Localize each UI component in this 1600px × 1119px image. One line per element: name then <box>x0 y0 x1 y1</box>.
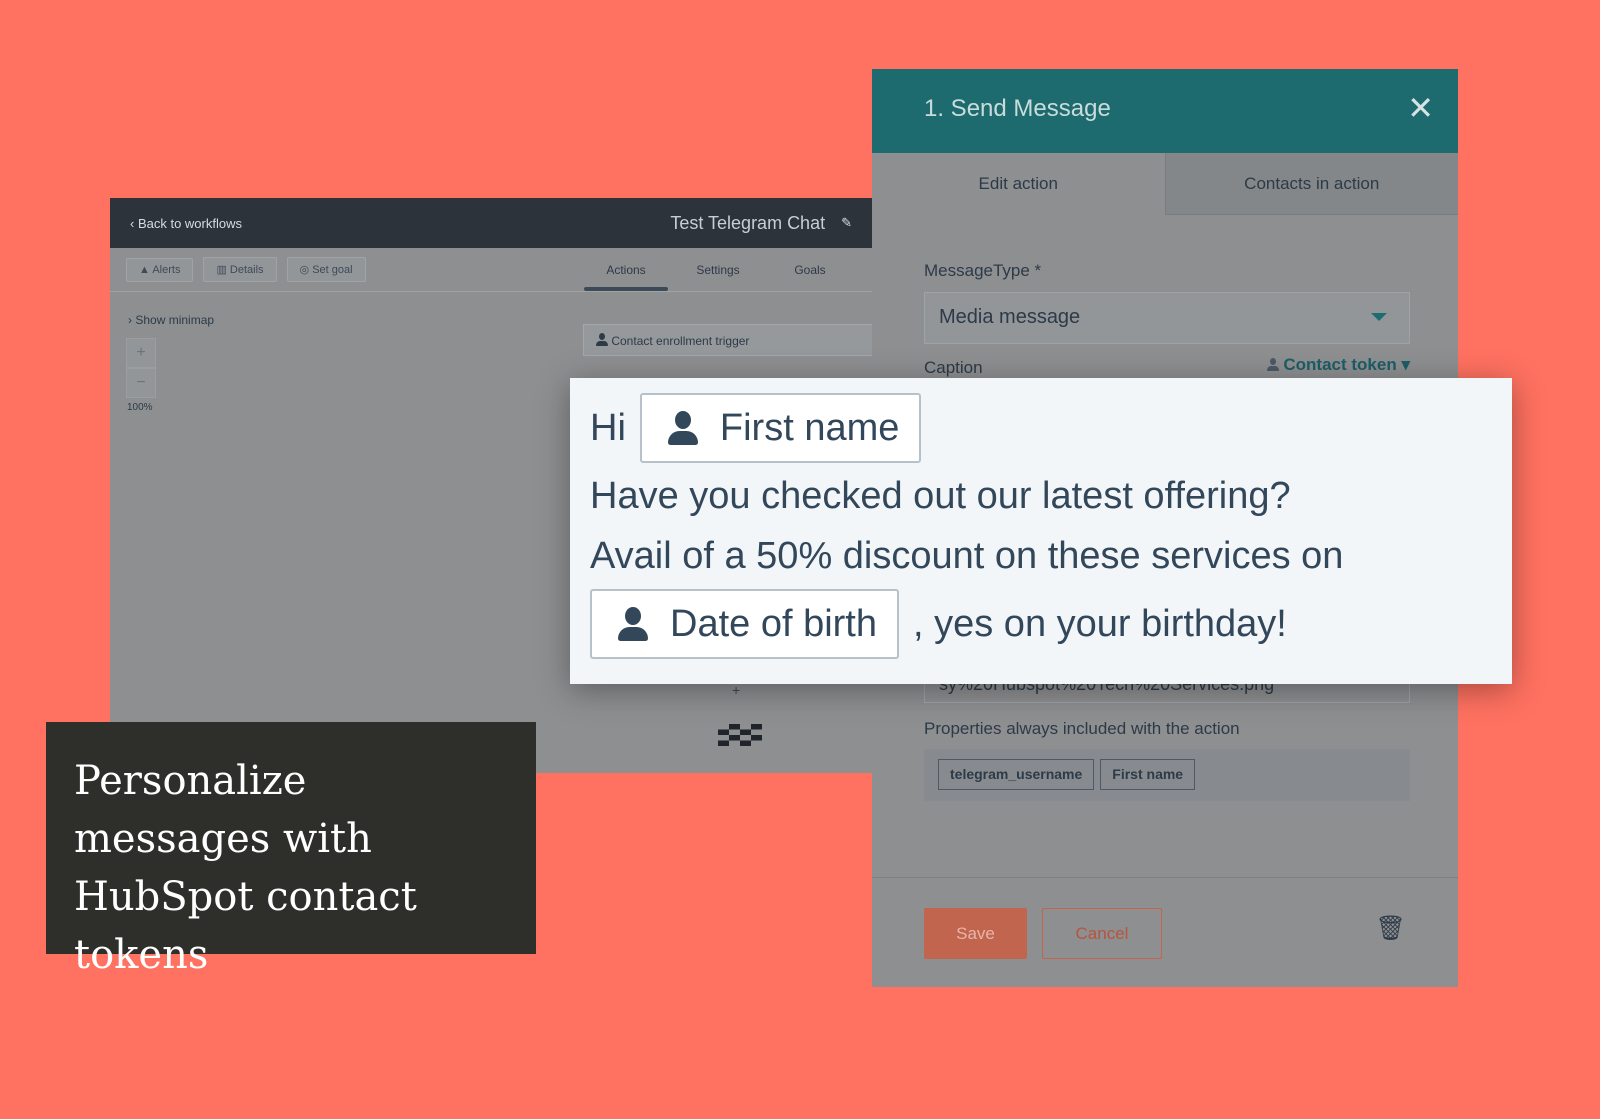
end-flag-icon <box>718 724 762 746</box>
contact-token-label: Contact token <box>1283 355 1397 374</box>
details-label: Details <box>229 264 264 276</box>
property-tag: First name <box>1100 759 1196 790</box>
preview-line-1: Hi First name <box>590 390 1492 466</box>
message-type-value: Media message <box>939 306 1081 328</box>
greeting-text: Hi <box>590 407 626 449</box>
enrollment-trigger-card[interactable]: Contact enrollment trigger <box>583 324 872 356</box>
person-icon <box>618 607 648 641</box>
pencil-icon[interactable]: ✎ <box>841 215 852 231</box>
save-button[interactable]: Save <box>924 908 1027 959</box>
contact-token-dropdown[interactable]: Contact token ▾ <box>1266 355 1410 375</box>
details-button[interactable]: ▥ Details <box>203 257 277 282</box>
properties-list: telegram_username First name <box>924 749 1410 801</box>
preview-line-4: Date of birth , yes on your birthday! <box>590 586 1492 662</box>
property-tag: telegram_username <box>938 759 1095 790</box>
close-icon[interactable]: ✕ <box>1407 89 1434 127</box>
person-icon <box>667 411 698 445</box>
zoom-controls: + − <box>126 338 156 398</box>
first-name-token[interactable]: First name <box>639 393 922 463</box>
message-type-select[interactable]: Media message <box>924 292 1410 344</box>
tab-goals[interactable]: Goals <box>764 248 856 291</box>
set-goal-label: Set goal <box>312 264 353 276</box>
workflow-title[interactable]: Test Telegram Chat <box>670 213 825 234</box>
person-icon <box>1266 358 1279 371</box>
token-label: First name <box>719 407 900 449</box>
tab-settings[interactable]: Settings <box>672 248 764 291</box>
line-4-suffix: , yes on your birthday! <box>913 603 1287 645</box>
zoom-out-button[interactable]: − <box>126 368 156 398</box>
properties-label: Properties always included with the acti… <box>924 719 1240 738</box>
workflow-toolbar: ▲ Alerts ▥ Details ◎ Set goal Actions Se… <box>110 248 872 292</box>
tab-actions[interactable]: Actions <box>580 248 672 291</box>
workflow-header: ‹ Back to workflows Test Telegram Chat ✎ <box>110 198 872 248</box>
message-type-label: MessageType * <box>924 261 1042 280</box>
marketing-caption: Personalize messages with HubSpot contac… <box>46 722 536 978</box>
dropdown-caret-icon <box>1371 313 1387 321</box>
alerts-label: Alerts <box>152 263 181 276</box>
minimap-label: Show minimap <box>135 313 215 327</box>
zoom-in-button[interactable]: + <box>126 338 156 368</box>
zoom-level: 100% <box>127 402 153 413</box>
add-action-icon[interactable]: + <box>732 682 740 698</box>
panel-header: 1. Send Message ✕ <box>872 69 1458 153</box>
person-icon <box>596 333 608 346</box>
alerts-button[interactable]: ▲ Alerts <box>126 257 194 282</box>
tab-edit-action[interactable]: Edit action <box>872 153 1165 215</box>
panel-title: 1. Send Message <box>924 95 1111 122</box>
panel-tabs: Edit action Contacts in action <box>872 153 1458 215</box>
cancel-button[interactable]: Cancel <box>1042 908 1162 959</box>
token-label: Date of birth <box>670 603 877 645</box>
preview-line-3: Avail of a 50% discount on these service… <box>590 535 1344 577</box>
trigger-label: Contact enrollment trigger <box>611 334 750 348</box>
back-label: Back to workflows <box>137 215 242 231</box>
message-preview: Hi First name Have you checked out our l… <box>570 378 1512 684</box>
tab-contacts-in-action[interactable]: Contacts in action <box>1164 153 1458 215</box>
date-of-birth-token[interactable]: Date of birth <box>590 589 899 659</box>
preview-line-2: Have you checked out our latest offering… <box>590 475 1291 517</box>
set-goal-button[interactable]: ◎ Set goal <box>286 257 366 282</box>
show-minimap-toggle[interactable]: › Show minimap <box>128 313 214 327</box>
workflow-tabs: Actions Settings Goals <box>580 248 856 291</box>
trash-icon[interactable]: 🗑 <box>1376 914 1406 943</box>
caption-label: Caption <box>924 358 983 377</box>
back-to-workflows-link[interactable]: ‹ Back to workflows <box>130 216 242 231</box>
panel-footer-divider <box>872 877 1458 878</box>
